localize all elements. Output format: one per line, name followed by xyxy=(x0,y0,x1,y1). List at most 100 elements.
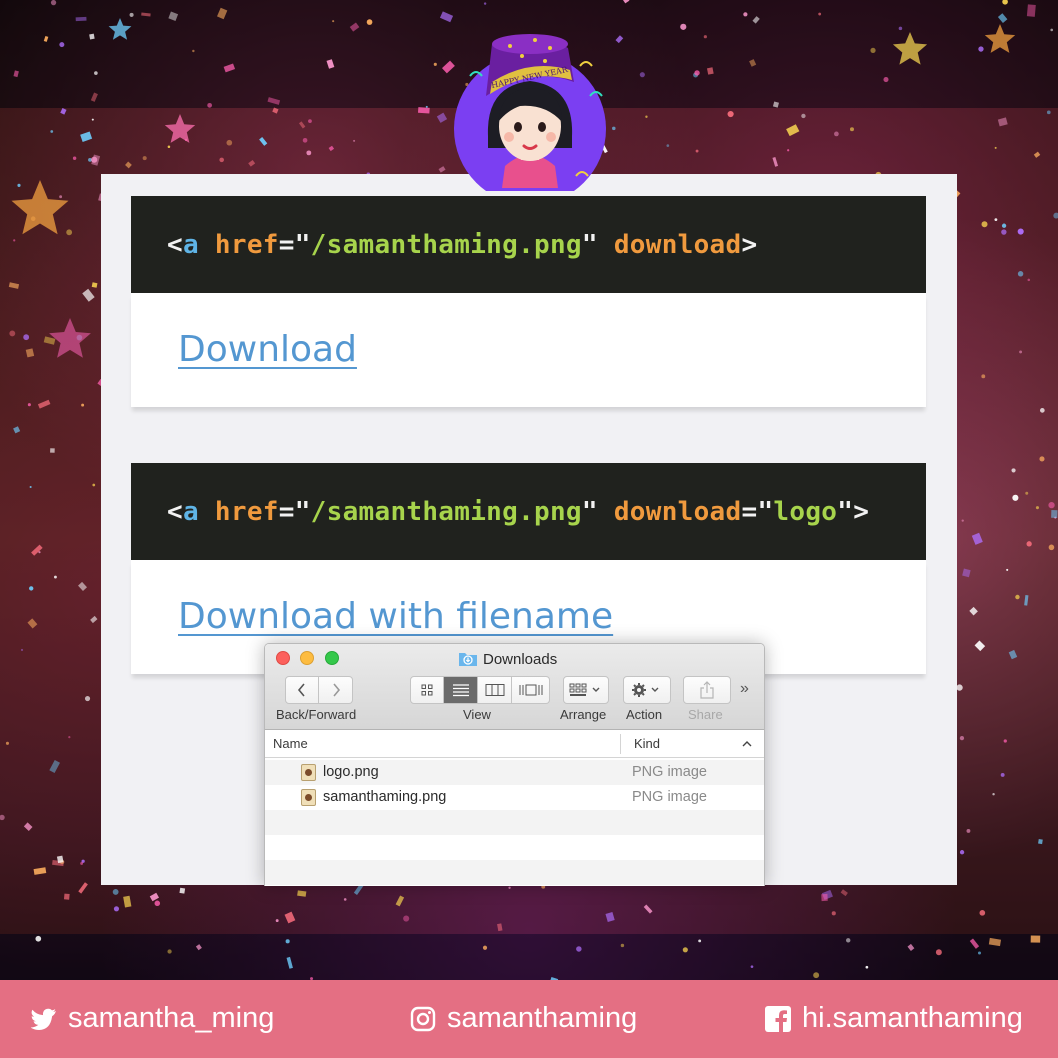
arrange-button[interactable] xyxy=(563,676,609,704)
action-button[interactable] xyxy=(623,676,671,704)
code-token: > xyxy=(853,496,870,527)
confetti-piece xyxy=(366,19,373,25)
column-separator xyxy=(620,734,621,754)
confetti-piece xyxy=(1017,228,1024,235)
confetti-piece xyxy=(286,956,293,969)
confetti-piece xyxy=(59,195,63,199)
code-token: href xyxy=(214,229,279,260)
confetti-piece xyxy=(772,156,779,167)
confetti-piece xyxy=(840,889,848,897)
confetti-piece xyxy=(743,12,748,17)
confetti-piece xyxy=(959,850,965,855)
confetti-piece xyxy=(966,828,971,833)
instagram-handle[interactable]: samanthaming xyxy=(410,1002,637,1035)
confetti-piece xyxy=(68,736,71,739)
code-token: a xyxy=(182,229,199,260)
confetti-piece xyxy=(267,97,281,105)
confetti-piece xyxy=(275,919,279,923)
code-token: logo xyxy=(773,496,838,527)
file-name: logo.png xyxy=(323,764,379,780)
instagram-handle-text: samanthaming xyxy=(447,1002,638,1034)
confetti-star xyxy=(984,24,1016,53)
column-view-button[interactable] xyxy=(478,676,512,704)
confetti-piece xyxy=(297,890,307,897)
confetti-piece xyxy=(219,157,224,163)
file-row[interactable]: logo.png PNG image xyxy=(265,760,764,785)
twitter-handle[interactable]: samantha_ming xyxy=(31,1002,274,1035)
window-title-text: Downloads xyxy=(483,650,558,668)
confetti-piece xyxy=(821,893,828,902)
confetti-piece xyxy=(695,149,699,153)
code-token: " xyxy=(757,496,774,527)
chevron-left-icon xyxy=(297,683,305,697)
confetti-piece xyxy=(284,911,296,924)
download-link[interactable]: Download xyxy=(178,329,357,370)
forward-button[interactable] xyxy=(319,676,353,704)
confetti-piece xyxy=(1039,408,1045,413)
confetti-piece xyxy=(94,71,98,75)
confetti-piece xyxy=(72,156,77,160)
minimize-window-button[interactable] xyxy=(300,651,314,665)
facebook-handle[interactable]: hi.samanthaming xyxy=(765,1002,1023,1035)
chevron-right-icon xyxy=(332,683,340,697)
confetti-piece xyxy=(33,867,47,875)
confetti-piece xyxy=(620,943,625,948)
confetti-piece xyxy=(272,107,279,114)
code-token: href xyxy=(214,496,279,527)
confetti-piece xyxy=(961,519,964,522)
list-view-button[interactable] xyxy=(444,676,478,704)
list-header: Name Kind xyxy=(265,730,764,758)
confetti-piece xyxy=(962,568,971,578)
code-token: " xyxy=(581,229,598,260)
confetti-piece xyxy=(801,113,806,119)
downloads-folder-icon xyxy=(459,653,477,666)
confetti-piece xyxy=(226,139,233,146)
confetti-piece xyxy=(326,59,335,69)
confetti-piece xyxy=(113,906,120,912)
code-token: > xyxy=(741,229,758,260)
zoom-window-button[interactable] xyxy=(325,651,339,665)
name-column-header[interactable]: Name xyxy=(273,736,308,751)
confetti-piece xyxy=(129,12,134,17)
kind-column-header[interactable]: Kind xyxy=(634,736,660,751)
confetti-piece xyxy=(992,792,995,796)
code-token: a xyxy=(182,496,199,527)
confetti-piece xyxy=(1011,468,1016,473)
gallery-view-button[interactable] xyxy=(512,676,550,704)
confetti-piece xyxy=(80,862,84,865)
avatar-party-hat: HAPPY NEW YEAR xyxy=(454,34,606,191)
code-token: /samanthaming.png xyxy=(310,496,582,527)
code-token: " xyxy=(837,496,854,527)
confetti-piece xyxy=(92,483,96,487)
confetti-piece xyxy=(90,615,98,624)
share-button[interactable] xyxy=(683,676,731,704)
confetti-piece xyxy=(935,949,942,956)
confetti-piece xyxy=(439,11,454,23)
back-button[interactable] xyxy=(285,676,319,704)
close-window-button[interactable] xyxy=(276,651,290,665)
confetti-piece xyxy=(75,16,87,22)
icon-view-button[interactable] xyxy=(410,676,444,704)
confetti-piece xyxy=(84,695,91,702)
confetti-piece xyxy=(9,330,16,337)
png-file-icon xyxy=(301,789,316,806)
file-row[interactable]: samanthaming.png PNG image xyxy=(265,785,764,810)
confetti-piece xyxy=(53,575,57,579)
confetti-piece xyxy=(974,640,986,652)
confetti-piece xyxy=(621,0,630,4)
toolbar-overflow-icon[interactable]: » xyxy=(740,680,749,698)
confetti-piece xyxy=(80,131,93,142)
window-title: Downloads xyxy=(458,649,557,669)
confetti-piece xyxy=(698,939,702,943)
confetti-piece xyxy=(125,161,132,169)
confetti-piece xyxy=(223,63,236,73)
back-forward-control xyxy=(285,676,353,704)
confetti-piece xyxy=(207,102,212,108)
confetti-piece xyxy=(483,2,487,5)
back-forward-label: Back/Forward xyxy=(276,707,357,722)
download-with-filename-link[interactable]: Download with filename xyxy=(178,596,613,637)
confetti-piece xyxy=(13,239,16,242)
confetti-piece xyxy=(91,154,101,166)
instagram-icon xyxy=(410,1006,436,1031)
png-file-icon xyxy=(301,764,316,781)
